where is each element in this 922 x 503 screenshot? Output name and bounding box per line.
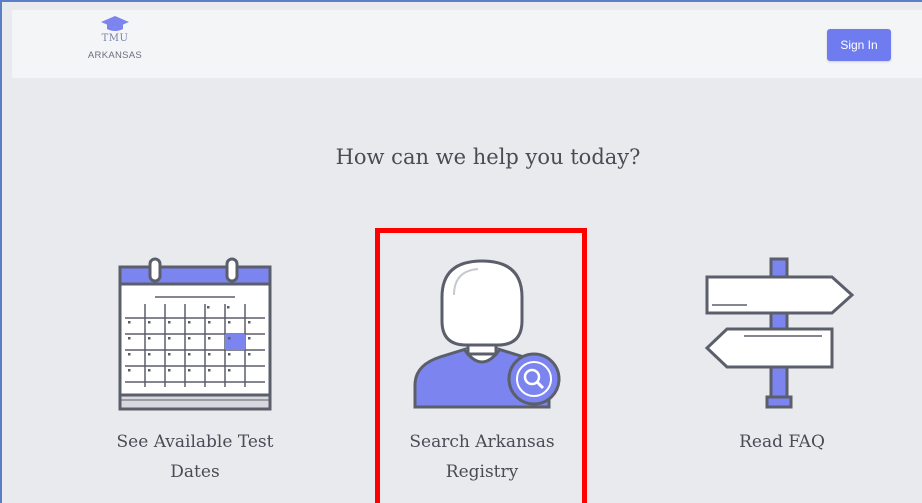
signpost-icon: [704, 257, 855, 409]
option-search-registry[interactable]: Search Arkansas Registry: [382, 237, 582, 503]
calendar-icon: [118, 257, 272, 411]
logo-title: TMU: [101, 33, 129, 44]
logo-state: ARKANSAS: [87, 50, 143, 61]
option-label: See Available Test Dates: [85, 427, 305, 487]
sign-in-button[interactable]: Sign In: [827, 29, 891, 61]
app-frame: TMU ARKANSAS Sign In How can we help you…: [0, 0, 922, 503]
option-label-line2: Dates: [170, 462, 220, 482]
graduation-cap-icon: [101, 16, 129, 31]
person-search-icon: [413, 259, 561, 409]
option-label-line1: See Available Test: [116, 432, 274, 452]
option-read-faq[interactable]: Read FAQ: [682, 237, 882, 503]
option-test-dates[interactable]: See Available Test Dates: [95, 237, 295, 503]
option-label: Read FAQ: [672, 427, 892, 457]
option-label-line2: Registry: [445, 462, 519, 482]
header-bar: TMU ARKANSAS Sign In: [12, 10, 922, 78]
option-label-line1: Search Arkansas: [409, 432, 555, 452]
tmu-logo[interactable]: TMU ARKANSAS: [80, 16, 150, 76]
option-label-line1: Read FAQ: [739, 432, 825, 452]
page-headline: How can we help you today?: [335, 145, 641, 169]
option-label: Search Arkansas Registry: [372, 427, 592, 487]
